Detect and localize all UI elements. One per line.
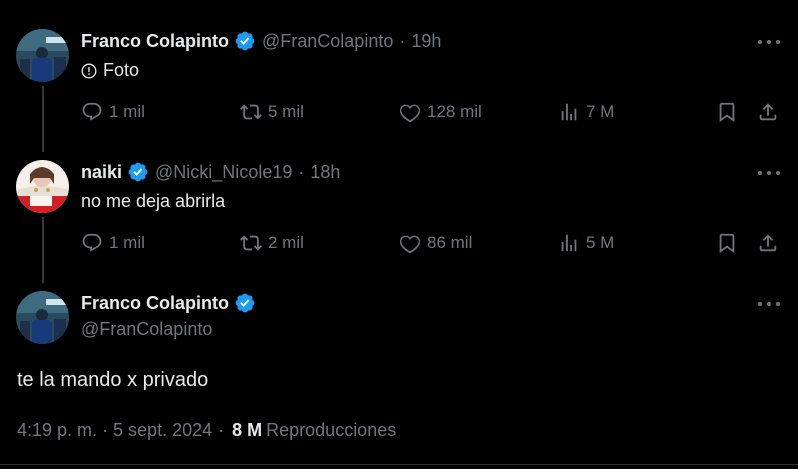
verified-badge-icon bbox=[235, 31, 255, 51]
thread-connector-line bbox=[42, 217, 44, 283]
more-dot-icon bbox=[758, 40, 762, 44]
analytics-icon bbox=[561, 103, 577, 121]
tweet-actions: 1 mil 5 mil 128 mil 7 M bbox=[81, 101, 781, 127]
verified-badge-icon bbox=[235, 293, 255, 313]
more-options-button[interactable] bbox=[758, 162, 780, 184]
retweet-count: 5 mil bbox=[268, 102, 304, 121]
like-count: 86 mil bbox=[427, 233, 473, 252]
heart-icon bbox=[399, 104, 421, 123]
views-button[interactable]: 5 M bbox=[558, 232, 614, 254]
author-name[interactable]: naiki bbox=[81, 162, 122, 183]
thread-connector-line bbox=[42, 86, 44, 152]
like-count: 128 mil bbox=[427, 102, 482, 121]
more-dot-icon bbox=[758, 171, 762, 175]
reply-button[interactable]: 1 mil bbox=[81, 101, 145, 123]
reply-icon bbox=[82, 102, 102, 121]
tweet-meta: 4:19 p. m. · 5 sept. 2024 · 8 M Reproduc… bbox=[17, 420, 396, 441]
more-options-button[interactable] bbox=[758, 293, 780, 315]
retweet-icon bbox=[240, 104, 262, 120]
avatar-image bbox=[16, 29, 69, 82]
bookmark-button[interactable] bbox=[716, 232, 738, 254]
more-options-button[interactable] bbox=[758, 31, 780, 53]
author-name[interactable]: Franco Colapinto bbox=[81, 293, 229, 314]
more-dot-icon bbox=[767, 171, 771, 175]
heart-icon bbox=[399, 235, 421, 254]
views-count: 7 M bbox=[586, 102, 615, 121]
retweet-button[interactable]: 5 mil bbox=[240, 101, 304, 123]
views-count: 8 M bbox=[232, 420, 263, 440]
more-dot-icon bbox=[767, 302, 771, 306]
bookmark-icon bbox=[719, 233, 735, 254]
reply-count: 1 mil bbox=[109, 233, 145, 252]
analytics-icon bbox=[561, 234, 577, 252]
author-handle[interactable]: @FranColapinto bbox=[262, 31, 393, 52]
share-button[interactable] bbox=[757, 101, 779, 123]
retweet-button[interactable]: 2 mil bbox=[240, 232, 304, 254]
author-handle[interactable]: @Nicki_Nicole19 bbox=[155, 162, 292, 183]
like-button[interactable]: 128 mil bbox=[399, 101, 482, 123]
more-dot-icon bbox=[758, 302, 762, 306]
avatar-image bbox=[16, 160, 69, 213]
reply-count: 1 mil bbox=[109, 102, 145, 121]
tweet-header: Franco Colapinto bbox=[81, 292, 256, 314]
avatar[interactable] bbox=[16, 291, 69, 344]
info-circle-icon bbox=[81, 63, 97, 78]
like-button[interactable]: 86 mil bbox=[399, 232, 472, 254]
bookmark-icon bbox=[719, 102, 735, 123]
tweet-time[interactable]: 19h bbox=[411, 31, 441, 52]
views-label: Reproducciones bbox=[266, 420, 397, 440]
tweet-header: naiki @Nicki_Nicole19 · 18h bbox=[81, 161, 340, 183]
tweet-text: no me deja abrirla bbox=[81, 191, 226, 211]
avatar[interactable] bbox=[16, 29, 69, 82]
tweet-text: Foto bbox=[81, 60, 139, 81]
separator-dot: · bbox=[218, 420, 225, 440]
tweet-header: Franco Colapinto @FranColapinto · 19h bbox=[81, 30, 441, 52]
views-button[interactable]: 7 M bbox=[558, 101, 614, 123]
bookmark-button[interactable] bbox=[716, 101, 738, 123]
divider bbox=[0, 464, 798, 465]
tweet-text: te la mando x privado bbox=[17, 369, 209, 391]
views-count: 5 M bbox=[586, 233, 615, 252]
more-dot-icon bbox=[776, 302, 780, 306]
author-handle[interactable]: @FranColapinto bbox=[81, 319, 212, 340]
verified-badge-icon bbox=[128, 162, 148, 182]
tweet-timestamp[interactable]: 4:19 p. m. · 5 sept. 2024 bbox=[17, 420, 212, 441]
separator-dot: · bbox=[298, 161, 305, 182]
share-button[interactable] bbox=[757, 232, 779, 254]
retweet-icon bbox=[240, 235, 262, 251]
tweet-time[interactable]: 18h bbox=[310, 162, 340, 183]
more-dot-icon bbox=[776, 40, 780, 44]
tweet-thread: Franco Colapinto @FranColapinto · 19h Fo… bbox=[0, 0, 798, 469]
tweet-text-content: Foto bbox=[103, 60, 140, 80]
retweet-count: 2 mil bbox=[268, 233, 304, 252]
reply-icon bbox=[82, 233, 102, 252]
avatar[interactable] bbox=[16, 160, 69, 213]
reply-button[interactable]: 1 mil bbox=[81, 232, 145, 254]
more-dot-icon bbox=[776, 171, 780, 175]
separator-dot: · bbox=[399, 30, 406, 51]
author-name[interactable]: Franco Colapinto bbox=[81, 31, 229, 52]
tweet-actions: 1 mil 2 mil 86 mil 5 M bbox=[81, 232, 781, 258]
share-icon bbox=[759, 103, 777, 121]
avatar-image bbox=[16, 291, 69, 344]
share-icon bbox=[759, 234, 777, 252]
more-dot-icon bbox=[767, 40, 771, 44]
